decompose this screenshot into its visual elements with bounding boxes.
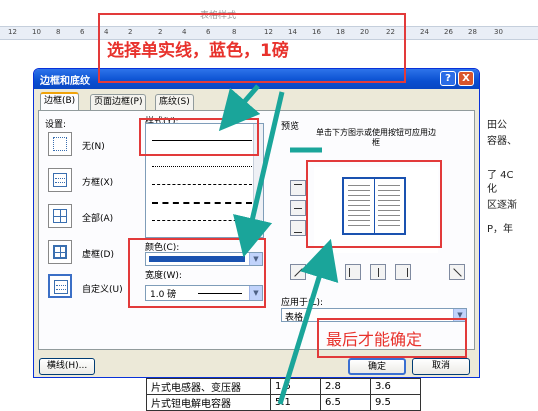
arrow-to-color <box>233 91 285 258</box>
arrow-from-bottom <box>277 238 339 405</box>
annotation-arrows <box>218 84 339 405</box>
arrow-to-style <box>218 84 261 132</box>
